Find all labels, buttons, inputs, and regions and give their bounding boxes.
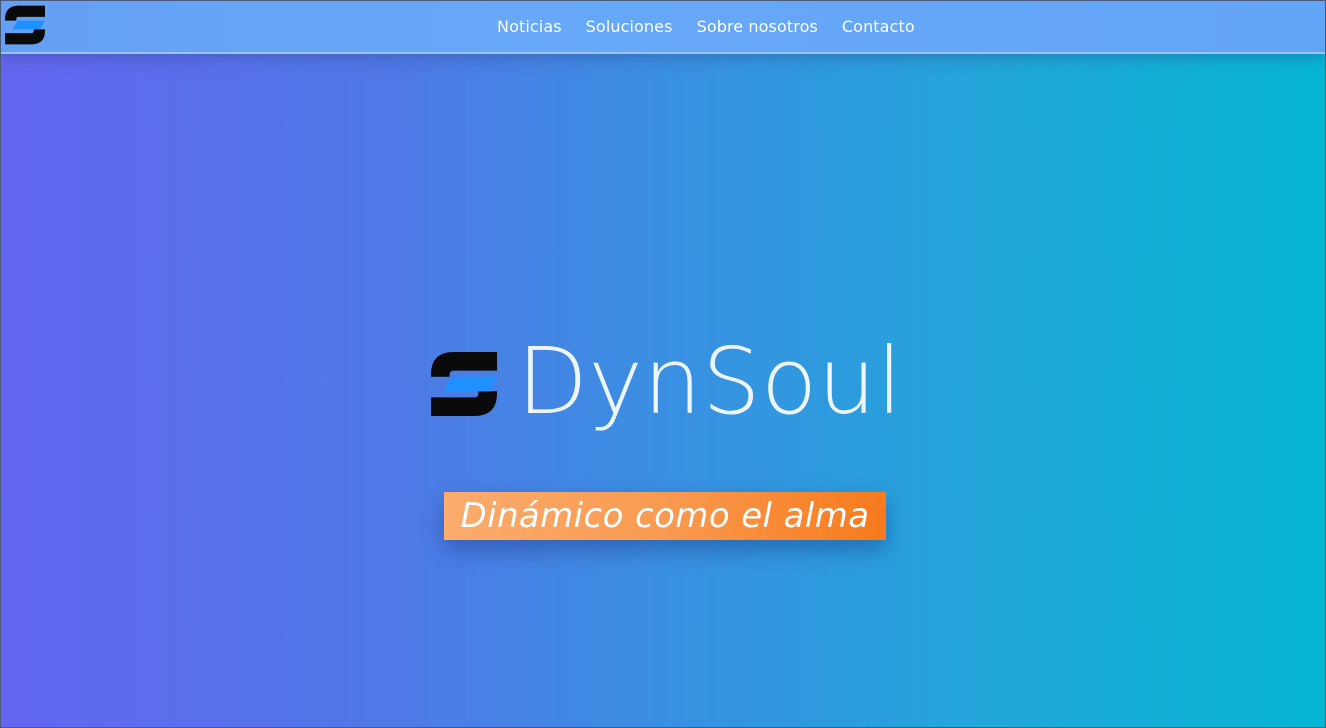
nav-link-sobre-nosotros[interactable]: Sobre nosotros [685, 17, 830, 36]
hero-section: DynSoul Dinámico como el alma [1, 1, 1325, 727]
top-navbar: Noticias Soluciones Sobre nosotros Conta… [1, 1, 1325, 54]
main-nav: Noticias Soluciones Sobre nosotros Conta… [485, 1, 927, 51]
nav-link-soluciones[interactable]: Soluciones [574, 17, 685, 36]
dynsoul-logo-icon [431, 352, 497, 416]
brand-name: DynSoul [517, 328, 903, 435]
nav-link-contacto[interactable]: Contacto [830, 17, 927, 36]
nav-link-noticias[interactable]: Noticias [485, 17, 574, 36]
tagline-text: Dinámico como el alma [460, 496, 870, 536]
tagline-banner: Dinámico como el alma [444, 492, 886, 540]
page-frame: Noticias Soluciones Sobre nosotros Conta… [0, 0, 1326, 728]
dynsoul-logo-icon[interactable] [4, 5, 46, 45]
